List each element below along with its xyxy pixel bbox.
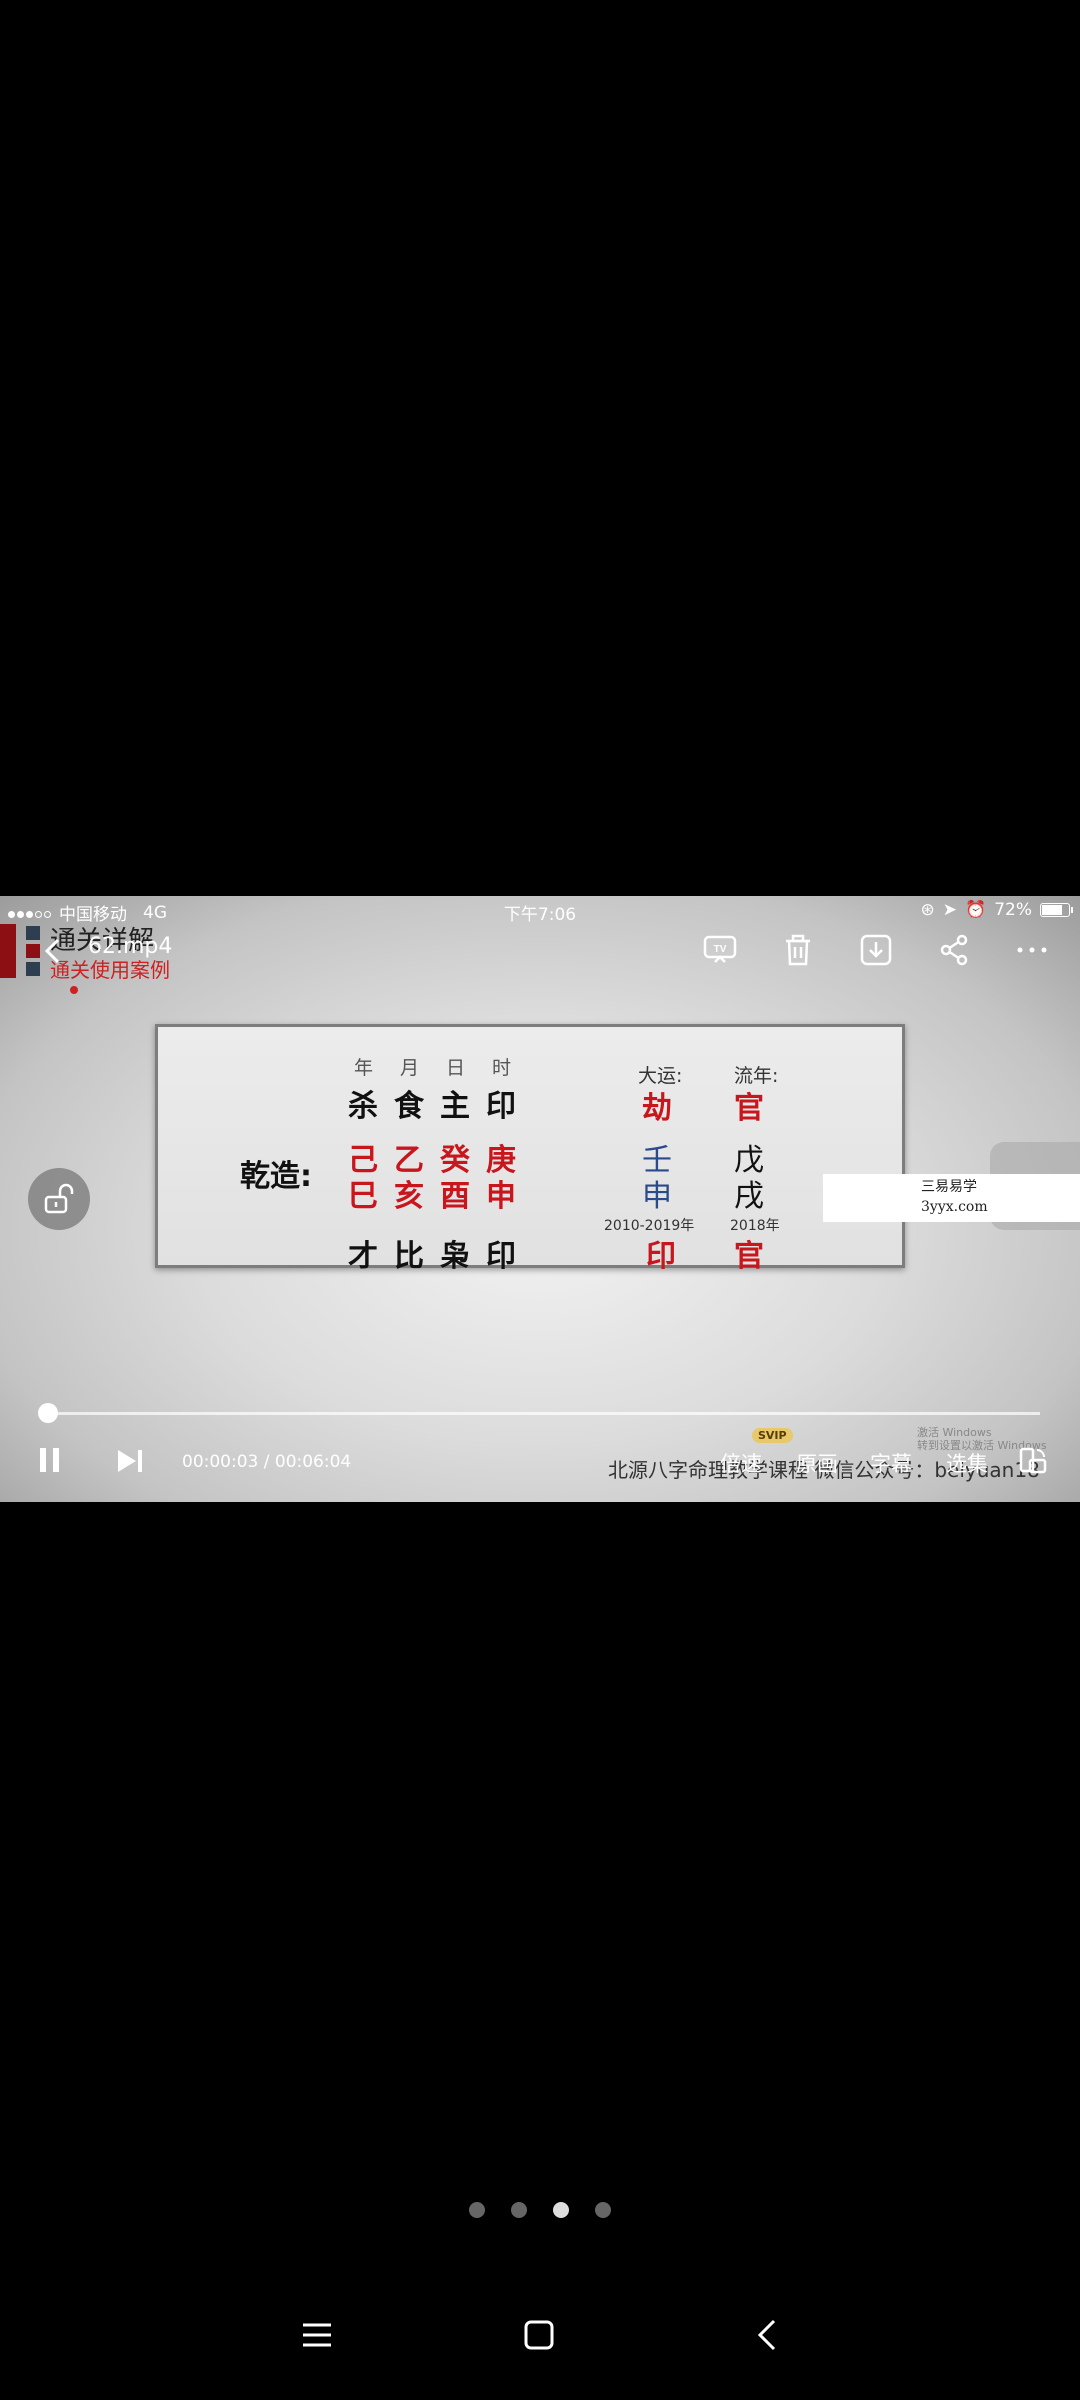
episodes-button[interactable]: 选集: [946, 1448, 988, 1478]
pager-dot: [511, 2202, 527, 2218]
pause-icon: [40, 1448, 59, 1472]
home-square-icon: [524, 2320, 554, 2350]
more-button[interactable]: [1008, 926, 1056, 974]
branch-hour: 申: [486, 1179, 516, 1214]
branch-month: 亥: [394, 1179, 424, 1214]
speed-button[interactable]: 倍速: [720, 1448, 762, 1478]
col-header-year: 年: [354, 1057, 374, 1079]
menu-icon: [303, 2323, 331, 2347]
tv-cast-icon: TV: [703, 935, 737, 963]
pause-button[interactable]: [38, 1446, 62, 1478]
god-bottom-day: 枭: [440, 1239, 470, 1274]
video-player[interactable]: 中国移动 4G 下午7:06 ⊛ ➤ ⏰ 72% 通关详解 通关使用案例 62.…: [0, 896, 1080, 1502]
share-button[interactable]: [930, 926, 978, 974]
dayun-god-top: 劫: [642, 1091, 672, 1126]
nav-menu-button[interactable]: [292, 2310, 342, 2360]
col-header-hour: 时: [492, 1057, 512, 1079]
quality-button[interactable]: 原画: [796, 1448, 838, 1478]
back-arrow-icon: [44, 938, 60, 964]
win-mark-line-1: 激活 Windows: [917, 1426, 992, 1439]
liunian-god-bottom: 官: [734, 1239, 764, 1274]
pager-dot: [553, 2202, 569, 2218]
download-icon: [860, 934, 892, 966]
pager-dot: [595, 2202, 611, 2218]
time-display: 00:00:03 / 00:06:04: [182, 1452, 352, 1472]
nav-back-button[interactable]: [742, 2310, 792, 2360]
screen-lock-button[interactable]: [28, 1168, 90, 1230]
god-bottom-hour: 印: [486, 1239, 516, 1274]
bazi-chart-board: 年 月 日 时 杀 食 主 印 乾造: 己 乙 癸 庚 巳 亥 酉 申 才 比 …: [155, 1024, 905, 1274]
video-title: 62.mp4: [88, 934, 173, 959]
download-button[interactable]: [852, 926, 900, 974]
pager-dot: [469, 2202, 485, 2218]
col-header-month: 月: [400, 1057, 420, 1079]
god-top-hour: 印: [486, 1089, 516, 1124]
god-top-day: 主: [440, 1089, 470, 1124]
progress-bar[interactable]: [38, 1403, 1040, 1423]
alarm-icon: ⏰: [965, 900, 987, 920]
battery-icon: [1040, 903, 1073, 917]
more-icon: [1017, 947, 1047, 953]
liunian-branch: 戌: [734, 1179, 764, 1214]
unlock-icon: [44, 1183, 74, 1214]
watermark-line-2: 3yyx.com: [921, 1199, 988, 1215]
subtitle-button[interactable]: 字幕: [870, 1448, 912, 1478]
progress-knob[interactable]: [38, 1403, 58, 1423]
page-indicator: [0, 2202, 1080, 2218]
battery-percent: 72%: [994, 900, 1032, 920]
back-button[interactable]: [38, 936, 68, 966]
next-button[interactable]: [116, 1448, 144, 1478]
cast-button[interactable]: TV: [696, 926, 744, 974]
svip-badge: SVIP: [752, 1428, 793, 1443]
svg-text:TV: TV: [714, 944, 727, 955]
lock-rotation-icon: ⊛: [920, 900, 935, 920]
location-icon: ➤: [942, 900, 958, 920]
chart-label: 乾造:: [240, 1159, 312, 1194]
god-top-month: 食: [394, 1089, 424, 1124]
nav-back-icon: [757, 2319, 776, 2351]
site-watermark: 三易易学 3yyx.com: [823, 1174, 1080, 1222]
clock: 下午7:06: [503, 905, 577, 925]
col-header-day: 日: [446, 1057, 466, 1079]
rotate-button[interactable]: [1018, 1446, 1048, 1480]
delete-button[interactable]: [774, 926, 822, 974]
branch-day: 酉: [440, 1179, 470, 1214]
nav-home-button[interactable]: [514, 2310, 564, 2360]
trash-icon: [786, 934, 810, 966]
god-bottom-year: 才: [348, 1239, 378, 1274]
branch-year: 巳: [348, 1179, 378, 1214]
dayun-branch: 申: [642, 1179, 672, 1214]
watermark-line-1: 三易易学: [921, 1179, 977, 1195]
dayun-god-bottom: 印: [646, 1239, 676, 1274]
liunian-god-top: 官: [734, 1091, 764, 1126]
status-bar: 中国移动 4G 下午7:06 ⊛ ➤ ⏰ 72%: [0, 896, 1080, 926]
share-icon: [940, 934, 968, 966]
rotate-icon: [1019, 1447, 1047, 1474]
next-icon: [118, 1450, 142, 1472]
god-top-year: 杀: [348, 1089, 378, 1124]
player-controls: 00:00:03 / 00:06:04 倍速 SVIP 原画 字幕 选集: [0, 1428, 1080, 1484]
god-bottom-month: 比: [394, 1239, 424, 1274]
